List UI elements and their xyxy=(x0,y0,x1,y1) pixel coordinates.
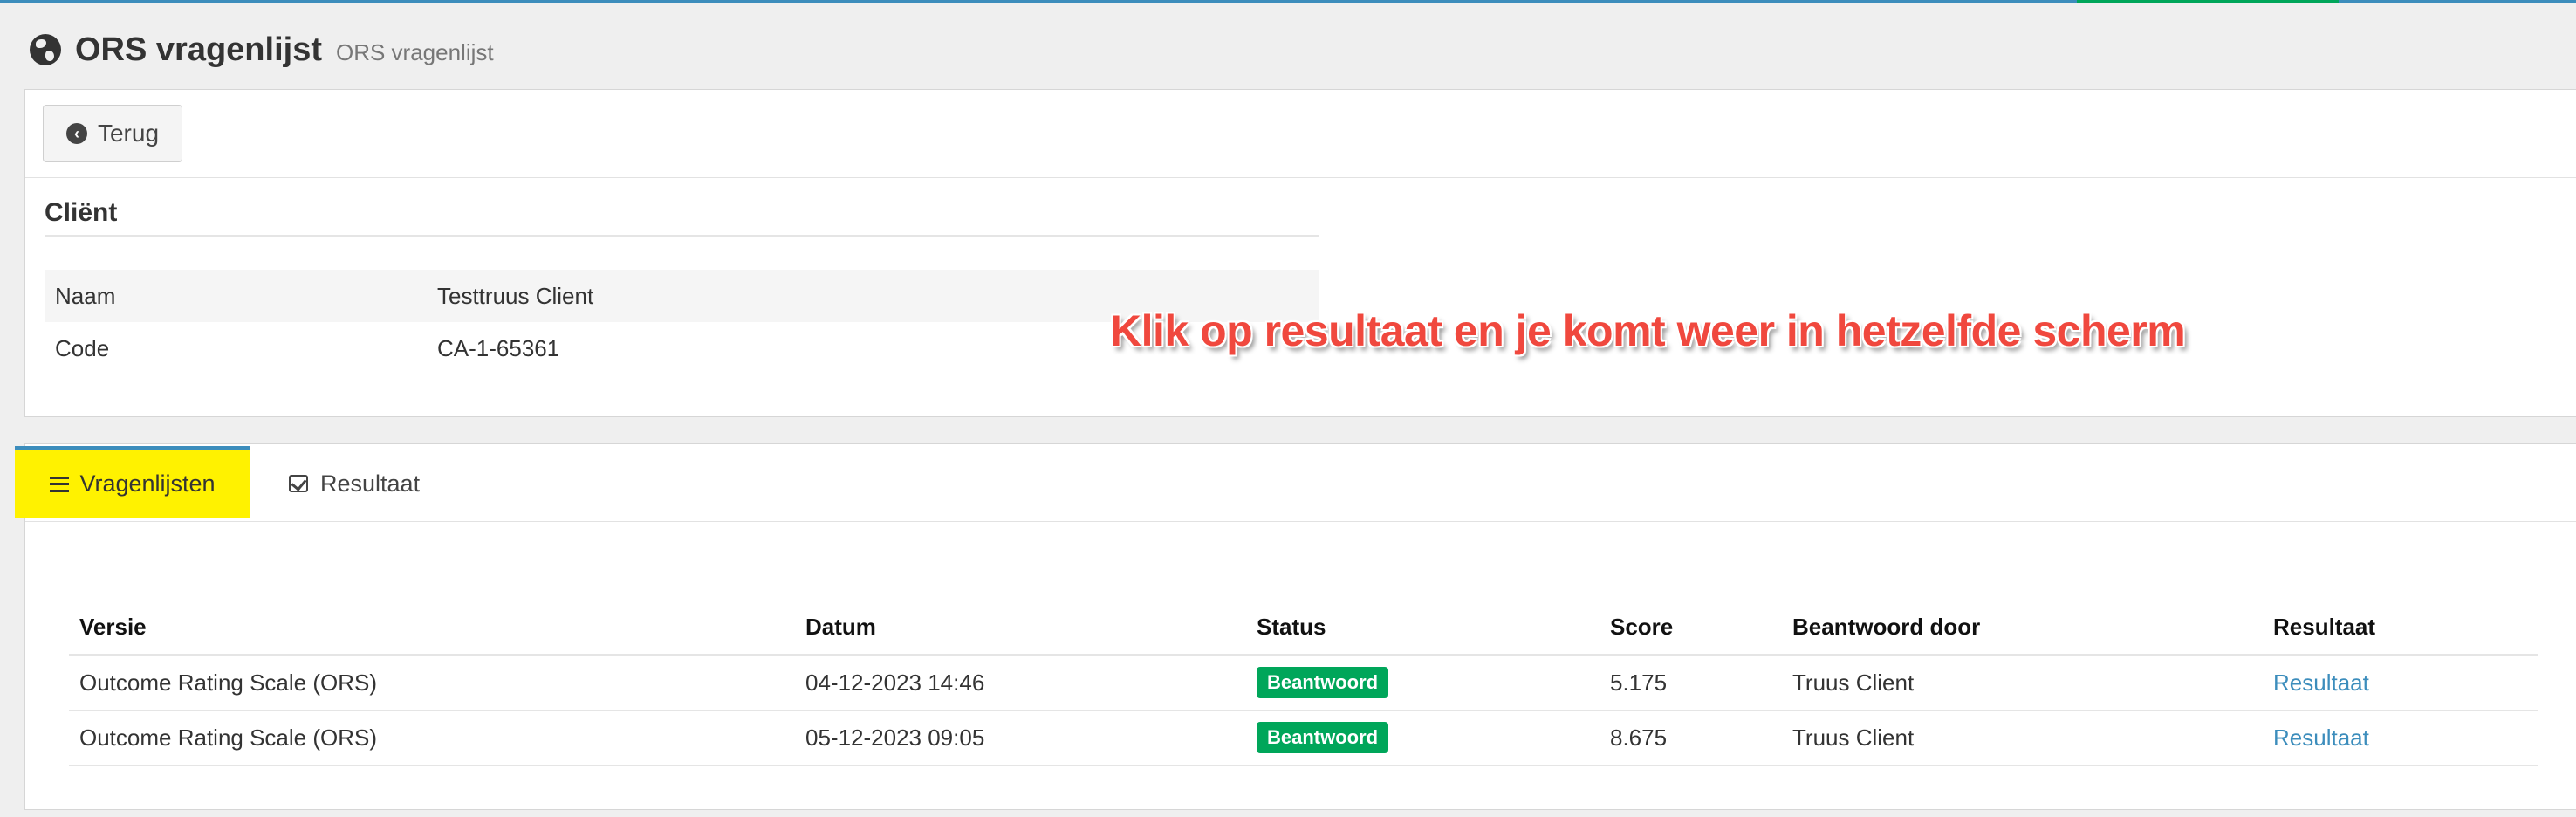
status-badge: Beantwoord xyxy=(1257,722,1389,753)
globe-icon xyxy=(30,34,61,65)
questionnaire-box: Vragenlijsten Resultaat Versie Datum Sta… xyxy=(15,443,2576,810)
divider xyxy=(45,235,1319,237)
cell-score: 8.675 xyxy=(1600,710,1782,766)
cell-datum: 04-12-2023 14:46 xyxy=(795,655,1246,711)
page-header: ORS vragenlijst ORS vragenlijst xyxy=(30,26,494,73)
table-row: Outcome Rating Scale (ORS) 05-12-2023 09… xyxy=(69,710,2538,766)
cell-beantwoord-door: Truus Client xyxy=(1782,655,2263,711)
back-button[interactable]: ‹ Terug xyxy=(43,105,182,162)
cell-status: Beantwoord xyxy=(1246,710,1600,766)
page-title: ORS vragenlijst xyxy=(75,31,322,68)
tab-label: Resultaat xyxy=(320,470,421,497)
page-subtitle: ORS vragenlijst xyxy=(335,38,494,65)
cell-beantwoord-door: Truus Client xyxy=(1782,710,2263,766)
column-header-datum: Datum xyxy=(795,600,1246,656)
cell-resultaat: Resultaat xyxy=(2263,710,2538,766)
resultaat-link[interactable]: Resultaat xyxy=(2273,669,2369,696)
column-header-status: Status xyxy=(1246,600,1600,656)
tab-label: Vragenlijsten xyxy=(79,470,216,497)
top-accent-segment xyxy=(2077,0,2339,3)
client-section-title: Cliënt xyxy=(45,198,118,227)
column-header-resultaat: Resultaat xyxy=(2263,600,2538,656)
column-header-versie: Versie xyxy=(69,600,795,656)
column-header-score: Score xyxy=(1600,600,1782,656)
resultaat-link[interactable]: Resultaat xyxy=(2273,724,2369,751)
annotation-text: Klik op resultaat en je komt weer in het… xyxy=(1110,306,2186,355)
table-header-row: Versie Datum Status Score Beantwoord doo… xyxy=(69,600,2538,656)
questionnaire-table: Versie Datum Status Score Beantwoord doo… xyxy=(69,600,2538,766)
cell-versie: Outcome Rating Scale (ORS) xyxy=(69,710,795,766)
client-key: Naam xyxy=(55,283,116,309)
client-box: ‹ Terug Cliënt Naam Testtruus Client Cod… xyxy=(24,89,2576,417)
client-value: Testtruus Client xyxy=(437,283,594,309)
tab-resultaat[interactable]: Resultaat xyxy=(289,462,420,505)
client-value: CA-1-65361 xyxy=(437,335,560,361)
cell-versie: Outcome Rating Scale (ORS) xyxy=(69,655,795,711)
column-header-beantwoord-door: Beantwoord door xyxy=(1782,600,2263,656)
cell-datum: 05-12-2023 09:05 xyxy=(795,710,1246,766)
top-accent-bar xyxy=(0,0,2576,3)
cell-resultaat: Resultaat xyxy=(2263,655,2538,711)
cell-score: 5.175 xyxy=(1600,655,1782,711)
bars-icon xyxy=(50,476,70,492)
table-row: Outcome Rating Scale (ORS) 04-12-2023 14… xyxy=(69,655,2538,711)
check-square-icon xyxy=(289,475,308,492)
arrow-circle-left-icon: ‹ xyxy=(65,123,87,144)
back-button-label: Terug xyxy=(97,120,160,147)
tab-vragenlijsten[interactable]: Vragenlijsten xyxy=(15,446,250,518)
toolbar: ‹ Terug xyxy=(25,90,2576,178)
status-badge: Beantwoord xyxy=(1257,667,1389,698)
cell-status: Beantwoord xyxy=(1246,655,1600,711)
tab-bar: Vragenlijsten Resultaat xyxy=(15,444,2576,522)
client-key: Code xyxy=(55,335,110,361)
